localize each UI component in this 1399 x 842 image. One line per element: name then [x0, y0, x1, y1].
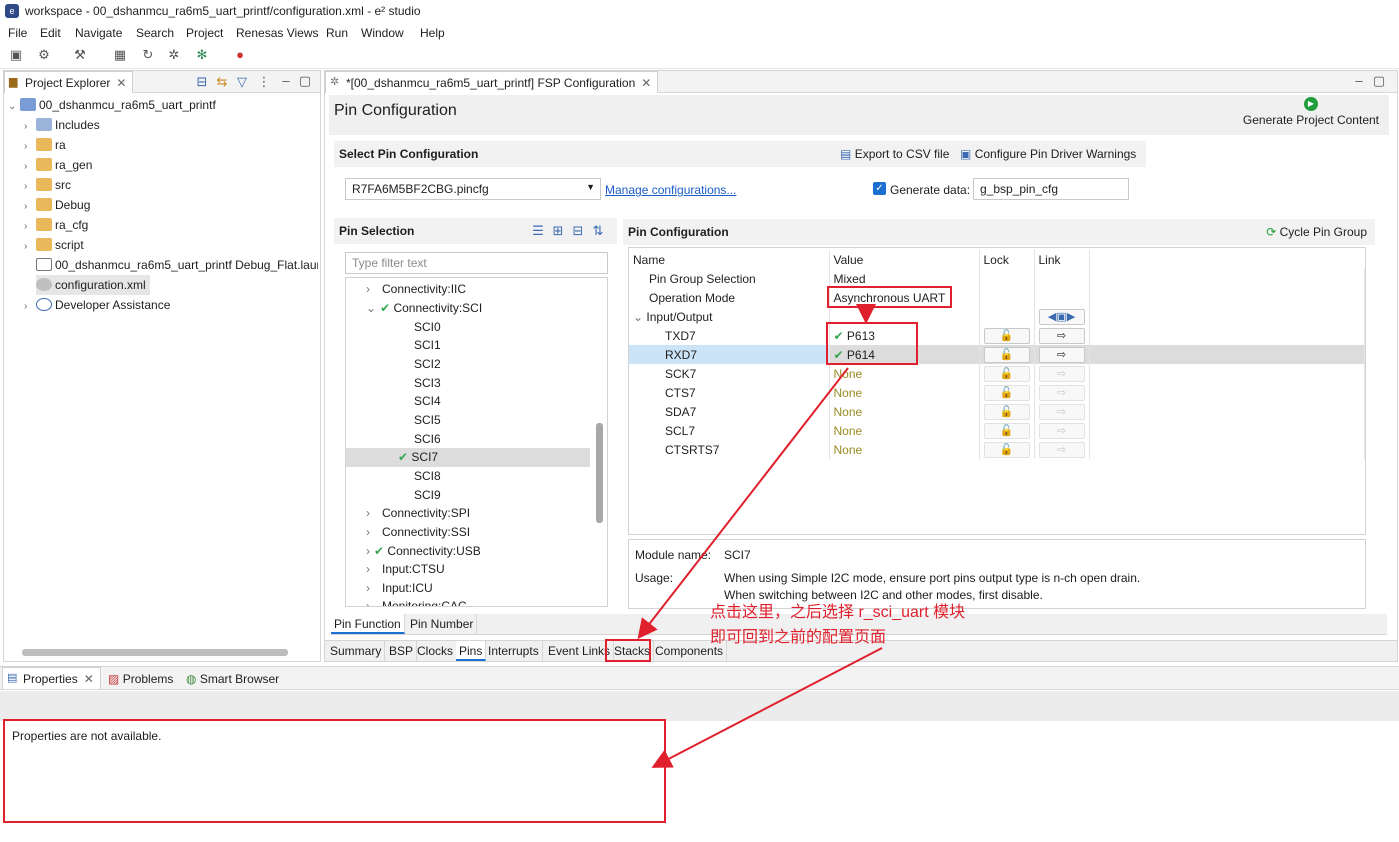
annotation-line-2: 即可回到之前的配置页面	[710, 629, 887, 646]
arrow-to-properties	[651, 647, 883, 768]
arrow-to-stacks	[637, 367, 849, 640]
annotation-line-1: 点击这里，之后选择 r_sci_uart 模块	[710, 604, 966, 621]
annotation-arrows	[637, 304, 883, 768]
